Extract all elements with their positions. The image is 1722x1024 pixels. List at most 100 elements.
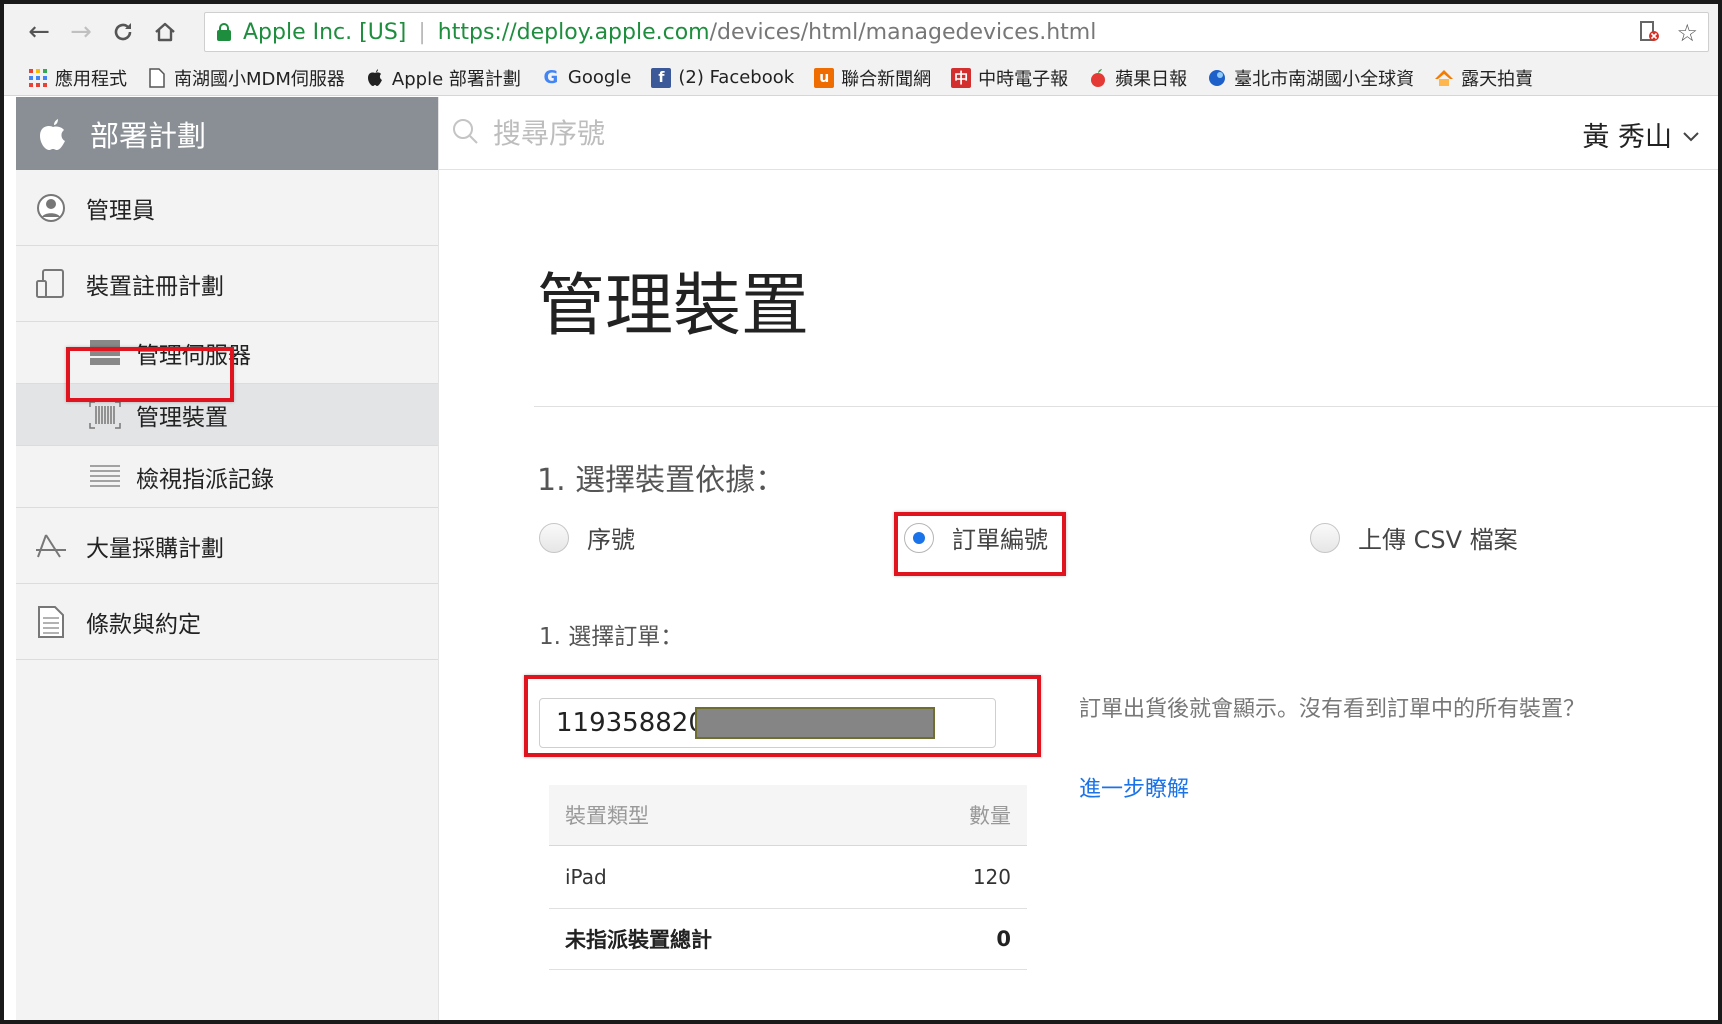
option-upload-csv[interactable]: 上傳 CSV 檔案 bbox=[1310, 520, 1518, 555]
document-icon bbox=[34, 605, 68, 639]
learn-more-link[interactable]: 進一步瞭解 bbox=[1079, 771, 1189, 803]
url-path: /devices/html/managedevices.html bbox=[709, 19, 1097, 45]
bookmark-label: Google bbox=[567, 67, 632, 88]
globe-icon bbox=[1207, 68, 1227, 88]
step1-heading: 1. 選擇裝置依據： bbox=[537, 463, 786, 498]
bookmark-google[interactable]: G Google bbox=[541, 67, 632, 88]
bookmark-label: 中時電子報 bbox=[978, 68, 1069, 90]
bookmark-label: 南湖國小MDM伺服器 bbox=[174, 68, 345, 90]
bookmark-label: Apple 部署計劃 bbox=[391, 68, 521, 90]
home-icon[interactable] bbox=[144, 11, 186, 53]
user-menu[interactable]: 黃 秀山 bbox=[1582, 115, 1700, 154]
bookmark-apple-deployment[interactable]: Apple 部署計劃 bbox=[365, 65, 521, 91]
sidebar-item-terms[interactable]: 條款與約定 bbox=[16, 584, 438, 660]
total-label: 未指派裝置總計 bbox=[565, 928, 712, 952]
radio-serial[interactable] bbox=[539, 522, 569, 553]
table-total-row: 未指派裝置總計 0 bbox=[549, 909, 1027, 970]
bookmark-facebook[interactable]: f (2) Facebook bbox=[651, 67, 794, 88]
sidebar-item-manage-devices[interactable]: 管理裝置 bbox=[16, 384, 438, 446]
sidebar-header[interactable]: 部署計劃 bbox=[16, 97, 438, 170]
sidebar: 部署計劃 管理員 裝置註冊計劃 管理伺服器 管理裝置 檢視指派記錄 大量採購計劃… bbox=[16, 97, 439, 1020]
bookmark-mdm-server[interactable]: 南湖國小MDM伺服器 bbox=[147, 65, 345, 91]
sidebar-item-label: 管理裝置 bbox=[136, 404, 228, 431]
help-text: 訂單出貨後就會顯示。沒有看到訂單中的所有裝置？ bbox=[1079, 697, 1586, 722]
site-identity[interactable]: Apple Inc. [US] bbox=[243, 20, 406, 45]
radio-upload-csv[interactable] bbox=[1310, 522, 1340, 553]
option-serial[interactable]: 序號 bbox=[539, 520, 635, 555]
bookmark-label: 聯合新聞網 bbox=[841, 68, 932, 90]
sidebar-item-label: 條款與約定 bbox=[86, 611, 201, 638]
select-order-label: 1. 選擇訂單： bbox=[539, 624, 684, 650]
back-icon[interactable]: ← bbox=[18, 11, 60, 53]
ruten-icon bbox=[1434, 68, 1454, 88]
user-name: 黃 秀山 bbox=[1582, 122, 1672, 153]
table-header-row: 裝置類型 數量 bbox=[549, 785, 1027, 846]
url-domain: https://deploy.apple.com bbox=[437, 19, 710, 45]
sidebar-item-manage-servers[interactable]: 管理伺服器 bbox=[16, 322, 438, 384]
sidebar-item-label: 裝置註冊計劃 bbox=[86, 273, 224, 300]
sidebar-title: 部署計劃 bbox=[90, 118, 207, 153]
chinatimes-icon: 中 bbox=[951, 67, 972, 88]
search-icon bbox=[451, 117, 479, 149]
facebook-icon: f bbox=[651, 67, 672, 88]
bookmark-star-icon[interactable]: ☆ bbox=[1676, 19, 1698, 49]
option-order-number-label: 訂單編號 bbox=[952, 526, 1048, 554]
bookmark-chinatimes[interactable]: 中 中時電子報 bbox=[951, 65, 1068, 91]
top-search-bar: 黃 秀山 bbox=[439, 97, 1718, 170]
sidebar-item-label: 檢視指派記錄 bbox=[136, 466, 274, 493]
barcode-icon bbox=[88, 398, 122, 432]
bookmarks-bar: 應用程式 南湖國小MDM伺服器 Apple 部署計劃 G Google f (2… bbox=[4, 60, 1718, 96]
sidebar-item-label: 管理伺服器 bbox=[136, 342, 251, 369]
table-row: iPad 120 bbox=[549, 846, 1027, 909]
bookmark-apps[interactable]: 應用程式 bbox=[28, 65, 127, 91]
sidebar-item-label: 管理員 bbox=[86, 197, 155, 224]
apple-logo-icon bbox=[40, 118, 65, 150]
lock-icon bbox=[217, 23, 231, 41]
server-icon bbox=[88, 336, 122, 370]
option-order-number[interactable]: 訂單編號 bbox=[904, 520, 1048, 555]
reload-icon[interactable] bbox=[102, 11, 144, 53]
bookmark-label: 臺北市南湖國小全球資 bbox=[1234, 68, 1415, 90]
devices-icon bbox=[34, 267, 68, 301]
bookmark-ruten[interactable]: 露天拍賣 bbox=[1434, 65, 1533, 91]
redaction-block bbox=[695, 707, 935, 739]
page-icon bbox=[147, 67, 167, 88]
page-security-icon[interactable] bbox=[1638, 19, 1660, 49]
url-separator: | bbox=[418, 19, 426, 45]
device-type-cell: iPad bbox=[565, 865, 607, 889]
radio-order-number[interactable] bbox=[904, 522, 934, 553]
bookmark-label: 應用程式 bbox=[55, 68, 127, 90]
sidebar-item-dep[interactable]: 裝置註冊計劃 bbox=[16, 246, 438, 322]
browser-window: ← → Apple Inc. [US] | https://deploy.app… bbox=[4, 4, 1718, 1020]
forward-icon[interactable]: → bbox=[60, 11, 102, 53]
chevron-down-icon bbox=[1682, 119, 1700, 150]
sidebar-item-view-assignments[interactable]: 檢視指派記錄 bbox=[16, 446, 438, 508]
sidebar-item-admin[interactable]: 管理員 bbox=[16, 170, 438, 246]
page-title: 管理裝置 bbox=[537, 267, 810, 346]
column-header-device-type: 裝置類型 bbox=[565, 804, 649, 828]
list-icon bbox=[88, 460, 122, 494]
app-store-icon bbox=[34, 529, 68, 563]
serial-search-input[interactable] bbox=[493, 116, 1093, 150]
bookmark-label: (2) Facebook bbox=[678, 67, 795, 88]
apple-daily-icon bbox=[1088, 68, 1108, 88]
bookmark-udn[interactable]: u 聯合新聞網 bbox=[814, 65, 931, 91]
order-number-field[interactable]: 11935882016 bbox=[539, 698, 996, 748]
bookmark-label: 蘋果日報 bbox=[1115, 68, 1188, 90]
device-table: 裝置類型 數量 iPad 120 未指派裝置總計 0 bbox=[549, 785, 1027, 970]
address-bar[interactable]: Apple Inc. [US] | https://deploy.apple.c… bbox=[204, 12, 1709, 52]
sidebar-item-label: 大量採購計劃 bbox=[86, 535, 224, 562]
option-serial-label: 序號 bbox=[587, 526, 635, 554]
apps-grid-icon bbox=[28, 68, 48, 88]
bookmark-apple-daily[interactable]: 蘋果日報 bbox=[1088, 65, 1187, 91]
main-content: 管理裝置 1. 選擇裝置依據： 序號 訂單編號 上傳 CSV 檔案 1. 選擇訂… bbox=[439, 170, 1718, 1020]
option-upload-csv-label: 上傳 CSV 檔案 bbox=[1358, 526, 1518, 554]
sidebar-item-vpp[interactable]: 大量採購計劃 bbox=[16, 508, 438, 584]
browser-toolbar: ← → Apple Inc. [US] | https://deploy.app… bbox=[4, 4, 1718, 60]
user-circle-icon bbox=[34, 191, 68, 225]
bookmark-label: 露天拍賣 bbox=[1461, 68, 1534, 90]
device-count-cell: 120 bbox=[972, 865, 1011, 889]
total-value: 0 bbox=[996, 927, 1011, 951]
apple-icon bbox=[365, 68, 385, 88]
bookmark-nanhu-school[interactable]: 臺北市南湖國小全球資 bbox=[1207, 65, 1414, 91]
